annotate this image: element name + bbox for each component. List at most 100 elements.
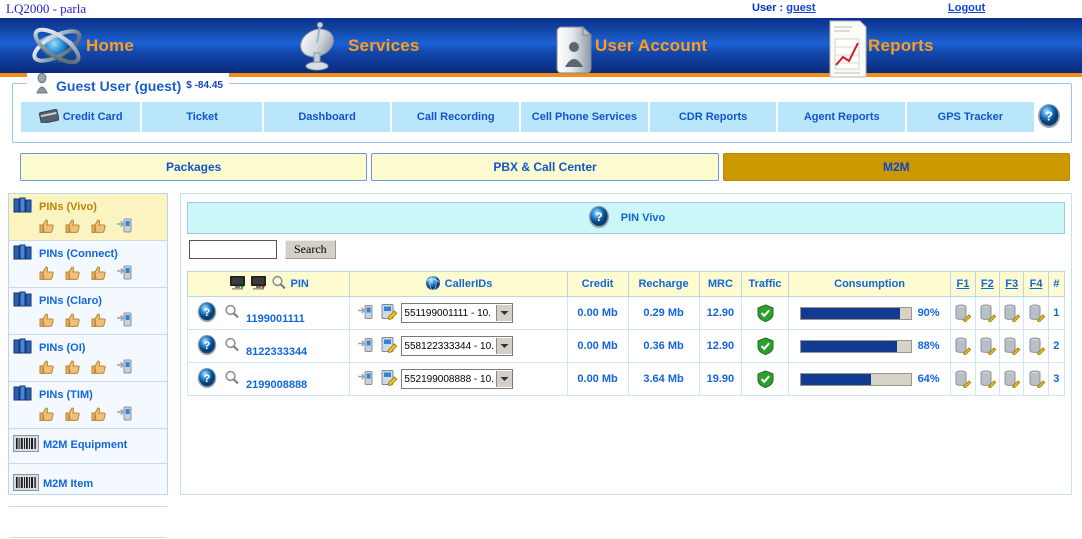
thumb-up-icon[interactable] xyxy=(39,406,55,424)
database-edit-icon[interactable] xyxy=(953,370,972,388)
nav-item-services[interactable]: Services xyxy=(290,18,420,73)
nav-item-home[interactable]: Home xyxy=(28,18,134,73)
database-edit-icon[interactable] xyxy=(978,337,997,355)
column-header-f1[interactable]: F1 xyxy=(950,271,976,297)
tab-call-recording[interactable]: Call Recording xyxy=(392,102,520,132)
pin-number-link[interactable]: 1199001111 xyxy=(246,313,305,325)
column-header-f3[interactable]: F3 xyxy=(998,271,1025,297)
thumb-up-icon[interactable] xyxy=(91,406,107,424)
thumb-up-icon[interactable] xyxy=(65,265,81,283)
cell-f4[interactable] xyxy=(1023,362,1049,396)
database-edit-icon[interactable] xyxy=(953,304,972,322)
cell-f3[interactable] xyxy=(998,296,1025,330)
logout-link[interactable]: Logout xyxy=(948,2,985,14)
phone-transfer-icon[interactable] xyxy=(117,359,135,377)
callerid-select[interactable]: 552199008888 - 10. xyxy=(401,369,514,389)
sidebar-item-pins-vivo[interactable]: PINs (Vivo) xyxy=(9,194,167,241)
tab-gps-tracker[interactable]: GPS Tracker xyxy=(907,102,1034,132)
column-header-f2[interactable]: F2 xyxy=(974,271,1001,297)
tab-cell-phone-services[interactable]: Cell Phone Services xyxy=(521,102,648,132)
thumb-up-icon[interactable] xyxy=(65,312,81,330)
sidebar-item-m2m-item[interactable]: M2M Item xyxy=(9,464,167,507)
thumb-up-icon[interactable] xyxy=(91,312,107,330)
database-edit-icon[interactable] xyxy=(1002,304,1021,322)
cell-f1[interactable] xyxy=(950,296,976,330)
database-edit-icon[interactable] xyxy=(978,304,997,322)
cell-f1[interactable] xyxy=(950,329,976,363)
phone-transfer-icon[interactable] xyxy=(117,312,135,330)
monitor-delete-icon[interactable] xyxy=(250,275,267,293)
database-edit-icon[interactable] xyxy=(1026,304,1045,322)
cell-f3[interactable] xyxy=(998,329,1025,363)
tab-dashboard[interactable]: Dashboard xyxy=(263,102,391,132)
thumb-up-icon[interactable] xyxy=(91,265,107,283)
section-tab-m2m[interactable]: M2M xyxy=(722,153,1070,181)
phone-transfer-icon[interactable] xyxy=(358,337,376,356)
cell-f2[interactable] xyxy=(974,329,1001,363)
tab-credit-card[interactable]: Credit Card xyxy=(21,102,141,132)
cell-f3[interactable] xyxy=(998,362,1025,396)
database-edit-icon[interactable] xyxy=(978,370,997,388)
cell-f4[interactable] xyxy=(1023,296,1049,330)
phone-transfer-icon[interactable] xyxy=(117,265,135,283)
pin-number-link[interactable]: 8122333344 xyxy=(246,346,307,358)
callerid-select[interactable]: 551199001111 - 10. xyxy=(401,303,514,323)
sidebar-item-pins-oi[interactable]: PINs (OI) xyxy=(9,335,167,382)
help-button[interactable]: ? xyxy=(1036,102,1063,132)
database-edit-icon[interactable] xyxy=(953,337,972,355)
table-row: ? 2199008888 552199008888 - 10. 0.00 Mb … xyxy=(186,362,1066,396)
database-edit-icon[interactable] xyxy=(1026,370,1045,388)
cell-f2[interactable] xyxy=(974,296,1001,330)
thumb-up-icon[interactable] xyxy=(39,312,55,330)
cell-f4[interactable] xyxy=(1023,329,1049,363)
sidebar-item-pins-connect[interactable]: PINs (Connect) xyxy=(9,241,167,288)
phone-transfer-icon[interactable] xyxy=(117,406,135,424)
thumb-up-icon[interactable] xyxy=(65,218,81,236)
globe-small-icon[interactable] xyxy=(425,275,441,294)
phone-transfer-icon[interactable] xyxy=(117,218,135,236)
nav-item-reports[interactable]: Reports xyxy=(820,18,934,77)
search-input[interactable] xyxy=(189,240,277,259)
search-button[interactable]: Search xyxy=(285,240,336,259)
edit-contact-icon[interactable] xyxy=(380,303,398,323)
thumb-up-icon[interactable] xyxy=(91,359,107,377)
nav-item-user-account[interactable]: User Account xyxy=(545,18,707,73)
cell-f1[interactable] xyxy=(950,362,976,396)
tab-agent-reports[interactable]: Agent Reports xyxy=(778,102,906,132)
phone-transfer-icon[interactable] xyxy=(358,304,376,323)
sidebar-item-pins-claro[interactable]: PINs (Claro) xyxy=(9,288,167,335)
thumb-up-icon[interactable] xyxy=(39,265,55,283)
edit-contact-icon[interactable] xyxy=(380,369,398,389)
database-edit-icon[interactable] xyxy=(1026,337,1045,355)
cell-consumption: 88% xyxy=(787,329,952,363)
info-question-icon[interactable]: ? xyxy=(196,301,218,326)
thumb-up-icon[interactable] xyxy=(91,218,107,236)
user-name-link[interactable]: guest xyxy=(786,2,815,14)
thumb-up-icon[interactable] xyxy=(65,406,81,424)
section-tab-pbx-call-center[interactable]: PBX & Call Center xyxy=(371,153,719,181)
info-question-icon[interactable]: ? xyxy=(196,367,218,392)
info-question-icon[interactable]: ? xyxy=(196,334,218,359)
help-question-icon[interactable]: ? xyxy=(587,205,611,232)
search-icon[interactable] xyxy=(224,304,240,322)
pin-number-link[interactable]: 2199008888 xyxy=(246,379,307,391)
section-tab-packages[interactable]: Packages xyxy=(20,153,368,181)
sidebar-item-m2m-equipment[interactable]: M2M Equipment xyxy=(9,429,167,464)
cell-f2[interactable] xyxy=(974,362,1001,396)
thumb-up-icon[interactable] xyxy=(39,359,55,377)
tab-cdr-reports[interactable]: CDR Reports xyxy=(649,102,777,132)
monitor-add-icon[interactable] xyxy=(229,275,246,293)
database-edit-icon[interactable] xyxy=(1002,337,1021,355)
phone-transfer-icon[interactable] xyxy=(358,370,376,389)
edit-contact-icon[interactable] xyxy=(380,336,398,356)
thumb-up-icon[interactable] xyxy=(39,218,55,236)
sidebar-item-pins-tim[interactable]: PINs (TIM) xyxy=(9,382,167,429)
search-icon[interactable] xyxy=(224,337,240,355)
search-icon[interactable] xyxy=(271,275,287,293)
search-icon[interactable] xyxy=(224,370,240,388)
thumb-up-icon[interactable] xyxy=(65,359,81,377)
database-edit-icon[interactable] xyxy=(1002,370,1021,388)
column-header-f4[interactable]: F4 xyxy=(1023,271,1049,297)
tab-ticket[interactable]: Ticket xyxy=(142,102,262,132)
callerid-select[interactable]: 558122333344 - 10. xyxy=(401,336,514,356)
